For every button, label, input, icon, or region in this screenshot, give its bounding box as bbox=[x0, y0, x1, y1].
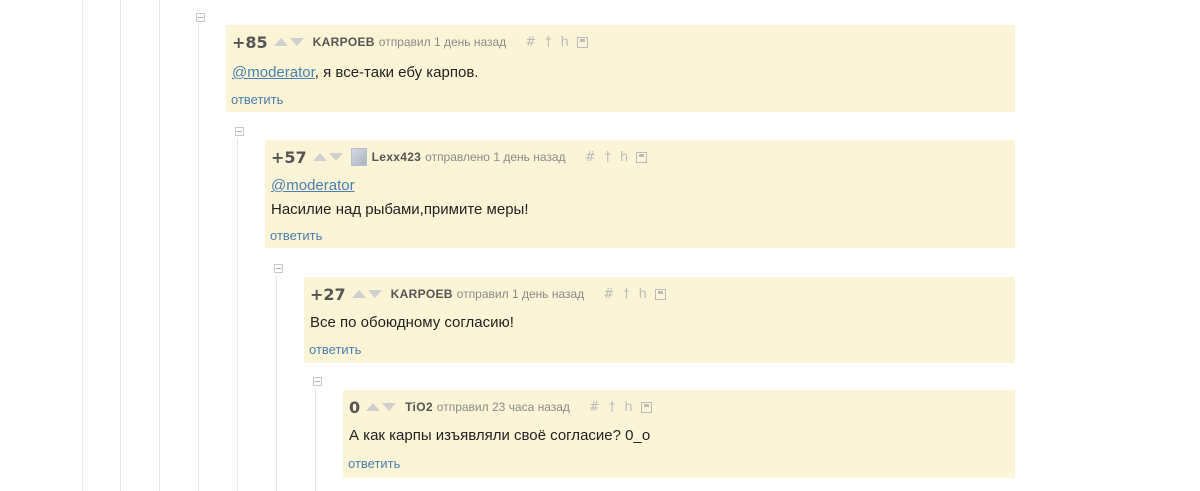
thread-icon[interactable]: h bbox=[561, 35, 569, 50]
downvote-icon[interactable] bbox=[328, 153, 343, 161]
reply-link[interactable]: ответить bbox=[348, 456, 400, 471]
parent-icon[interactable]: † bbox=[623, 287, 630, 302]
rating: +57 bbox=[271, 147, 307, 167]
author-link[interactable]: KARPOEB bbox=[391, 287, 453, 301]
author-link[interactable]: TiO2 bbox=[405, 400, 433, 414]
save-icon[interactable] bbox=[640, 401, 652, 413]
thread-line bbox=[198, 22, 199, 491]
collapse-icon[interactable] bbox=[313, 377, 322, 386]
thread-line bbox=[159, 0, 160, 491]
link-icon[interactable]: # bbox=[585, 150, 596, 165]
comment-body: Насилие над рыбами,примите меры! bbox=[271, 201, 529, 218]
reply-link[interactable]: ответить bbox=[309, 342, 361, 357]
thread-line bbox=[237, 138, 238, 491]
thread-line bbox=[315, 388, 316, 491]
comment-body: А как карпы изъявляли своё согласие? 0_о bbox=[349, 427, 651, 444]
rating: +27 bbox=[310, 284, 346, 304]
avatar-icon[interactable] bbox=[350, 148, 367, 166]
upvote-icon[interactable] bbox=[366, 403, 381, 411]
parent-icon[interactable]: † bbox=[609, 400, 616, 415]
rating: 0 bbox=[349, 397, 361, 417]
reply-link[interactable]: ответить bbox=[270, 228, 322, 243]
comment: +57 Lexx423 отправлено 1 день назад # † … bbox=[265, 140, 1015, 248]
upvote-icon[interactable] bbox=[351, 290, 366, 298]
comment-header: +57 Lexx423 отправлено 1 день назад # † … bbox=[271, 147, 648, 167]
author-link[interactable]: KARPOEB bbox=[313, 35, 375, 49]
timestamp: отправил 23 часа назад bbox=[436, 400, 570, 414]
comment-text: @moderator, я все-таки ебу карпов. bbox=[232, 64, 478, 81]
thread-icon[interactable]: h bbox=[624, 400, 632, 415]
timestamp: отправлено 1 день назад bbox=[425, 150, 566, 164]
comment-body: Все по обоюдному согласию! bbox=[310, 314, 514, 331]
thread-icon[interactable]: h bbox=[620, 150, 628, 165]
timestamp: отправил 1 день назад bbox=[378, 35, 507, 49]
thread-line bbox=[276, 275, 277, 491]
save-icon[interactable] bbox=[576, 36, 588, 48]
downvote-icon[interactable] bbox=[382, 403, 397, 411]
comment-body: , я все-таки ебу карпов. bbox=[314, 64, 479, 81]
parent-icon[interactable]: † bbox=[545, 35, 552, 50]
timestamp: отправил 1 день назад bbox=[456, 287, 585, 301]
downvote-icon[interactable] bbox=[289, 38, 304, 46]
mention-link[interactable]: @moderator bbox=[271, 177, 355, 194]
comment-header: +85 KARPOEB отправил 1 день назад # † h bbox=[232, 32, 588, 52]
comment: 0 TiO2 отправил 23 часа назад # † h А ка… bbox=[343, 390, 1015, 478]
upvote-icon[interactable] bbox=[312, 153, 327, 161]
comment-header: +27 KARPOEB отправил 1 день назад # † h bbox=[310, 284, 666, 304]
parent-icon[interactable]: † bbox=[604, 150, 611, 165]
comment-header: 0 TiO2 отправил 23 часа назад # † h bbox=[349, 397, 652, 417]
comment: +85 KARPOEB отправил 1 день назад # † h … bbox=[226, 25, 1015, 112]
reply-link[interactable]: ответить bbox=[231, 92, 283, 107]
link-icon[interactable]: # bbox=[589, 400, 600, 415]
author-link[interactable]: Lexx423 bbox=[372, 150, 421, 164]
thread-line bbox=[82, 0, 83, 491]
link-icon[interactable]: # bbox=[525, 35, 536, 50]
save-icon[interactable] bbox=[654, 288, 666, 300]
comment: +27 KARPOEB отправил 1 день назад # † h … bbox=[304, 277, 1015, 363]
rating: +85 bbox=[232, 32, 268, 52]
downvote-icon[interactable] bbox=[367, 290, 382, 298]
collapse-icon[interactable] bbox=[235, 127, 244, 136]
link-icon[interactable]: # bbox=[603, 287, 614, 302]
mention-line: @moderator bbox=[271, 177, 355, 194]
collapse-icon[interactable] bbox=[274, 264, 283, 273]
thread-line bbox=[120, 0, 121, 491]
thread-icon[interactable]: h bbox=[639, 287, 647, 302]
save-icon[interactable] bbox=[636, 151, 648, 163]
collapse-icon[interactable] bbox=[196, 13, 205, 22]
upvote-icon[interactable] bbox=[273, 38, 288, 46]
mention-link[interactable]: @moderator bbox=[232, 64, 315, 81]
